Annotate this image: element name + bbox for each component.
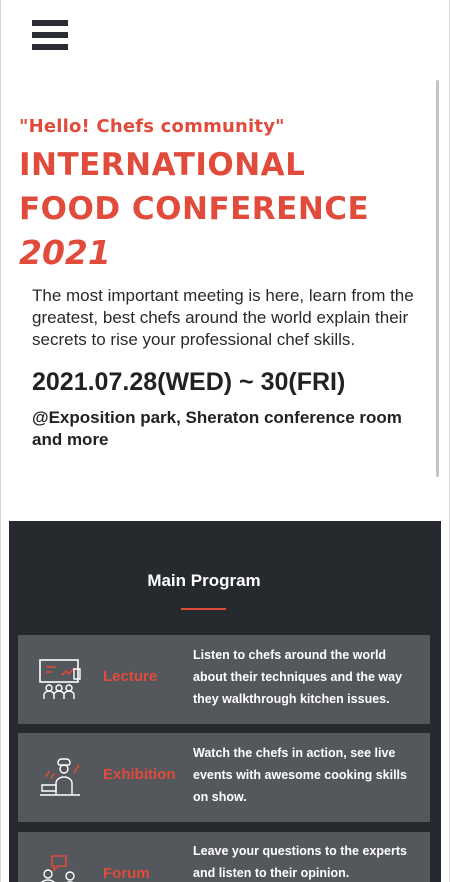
hero-description: The most important meeting is here, lear…: [32, 286, 414, 349]
program-card-text: Leave your questions to the experts and …: [193, 844, 407, 880]
program-card-label: Exhibition: [103, 766, 176, 783]
hero-title-line-1: INTERNATIONAL: [19, 147, 306, 183]
program-card-forum[interactable]: Forum Leave your questions to the expert…: [18, 832, 430, 882]
program-card-label: Forum: [103, 865, 150, 882]
program-title: Main Program: [147, 571, 261, 590]
program-title-underline: [181, 608, 226, 610]
lecture-chef-board-icon: [39, 659, 81, 699]
event-venue: @Exposition park, Sheraton conference ro…: [32, 408, 402, 449]
forum-chef-discussion-icon: [41, 855, 75, 882]
hamburger-menu-icon: [32, 20, 68, 26]
hero-year: 2021: [19, 233, 111, 272]
exhibition-chef-cooking-icon: [40, 758, 80, 796]
program-card-lecture[interactable]: Lecture Listen to chefs around the world…: [18, 635, 430, 724]
program-card-exhibition[interactable]: Exhibition Watch the chefs in action, se…: [18, 733, 430, 822]
program-card-label: Lecture: [103, 668, 158, 685]
scrollbar[interactable]: [436, 80, 439, 477]
program-card-text: Listen to chefs around the world about t…: [193, 648, 403, 706]
hero-title-line-2: FOOD CONFERENCE: [19, 191, 370, 227]
hero-tagline: "Hello! Chefs community": [19, 116, 285, 137]
program-card-text: Watch the chefs in action, see live even…: [193, 746, 407, 804]
event-dates: 2021.07.28(WED) ~ 30(FRI): [32, 368, 346, 396]
left-frame-border: [0, 0, 1, 882]
hero-title: INTERNATIONAL FOOD CONFERENCE: [19, 143, 429, 231]
hamburger-menu-button[interactable]: [32, 20, 68, 58]
hero-section: "Hello! Chefs community" INTERNATIONAL F…: [19, 116, 429, 275]
main-program-section: Main Program Lecture Listen to chefs aro…: [9, 521, 441, 882]
